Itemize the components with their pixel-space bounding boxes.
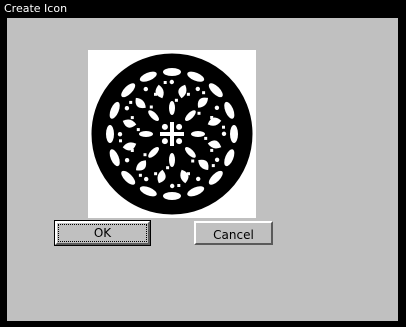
ornamental-rosette-icon — [91, 53, 253, 215]
cancel-button-label: Cancel — [213, 228, 254, 242]
title-bar[interactable]: Create Icon — [0, 0, 406, 18]
ok-button[interactable]: OK — [54, 220, 151, 246]
create-icon-dialog: Create Icon OK Cancel — [0, 0, 406, 327]
window-title: Create Icon — [4, 2, 68, 15]
cancel-button[interactable]: Cancel — [194, 221, 273, 245]
dialog-body: OK Cancel — [7, 18, 398, 321]
icon-preview — [88, 50, 256, 218]
ok-button-label: OK — [58, 224, 147, 242]
